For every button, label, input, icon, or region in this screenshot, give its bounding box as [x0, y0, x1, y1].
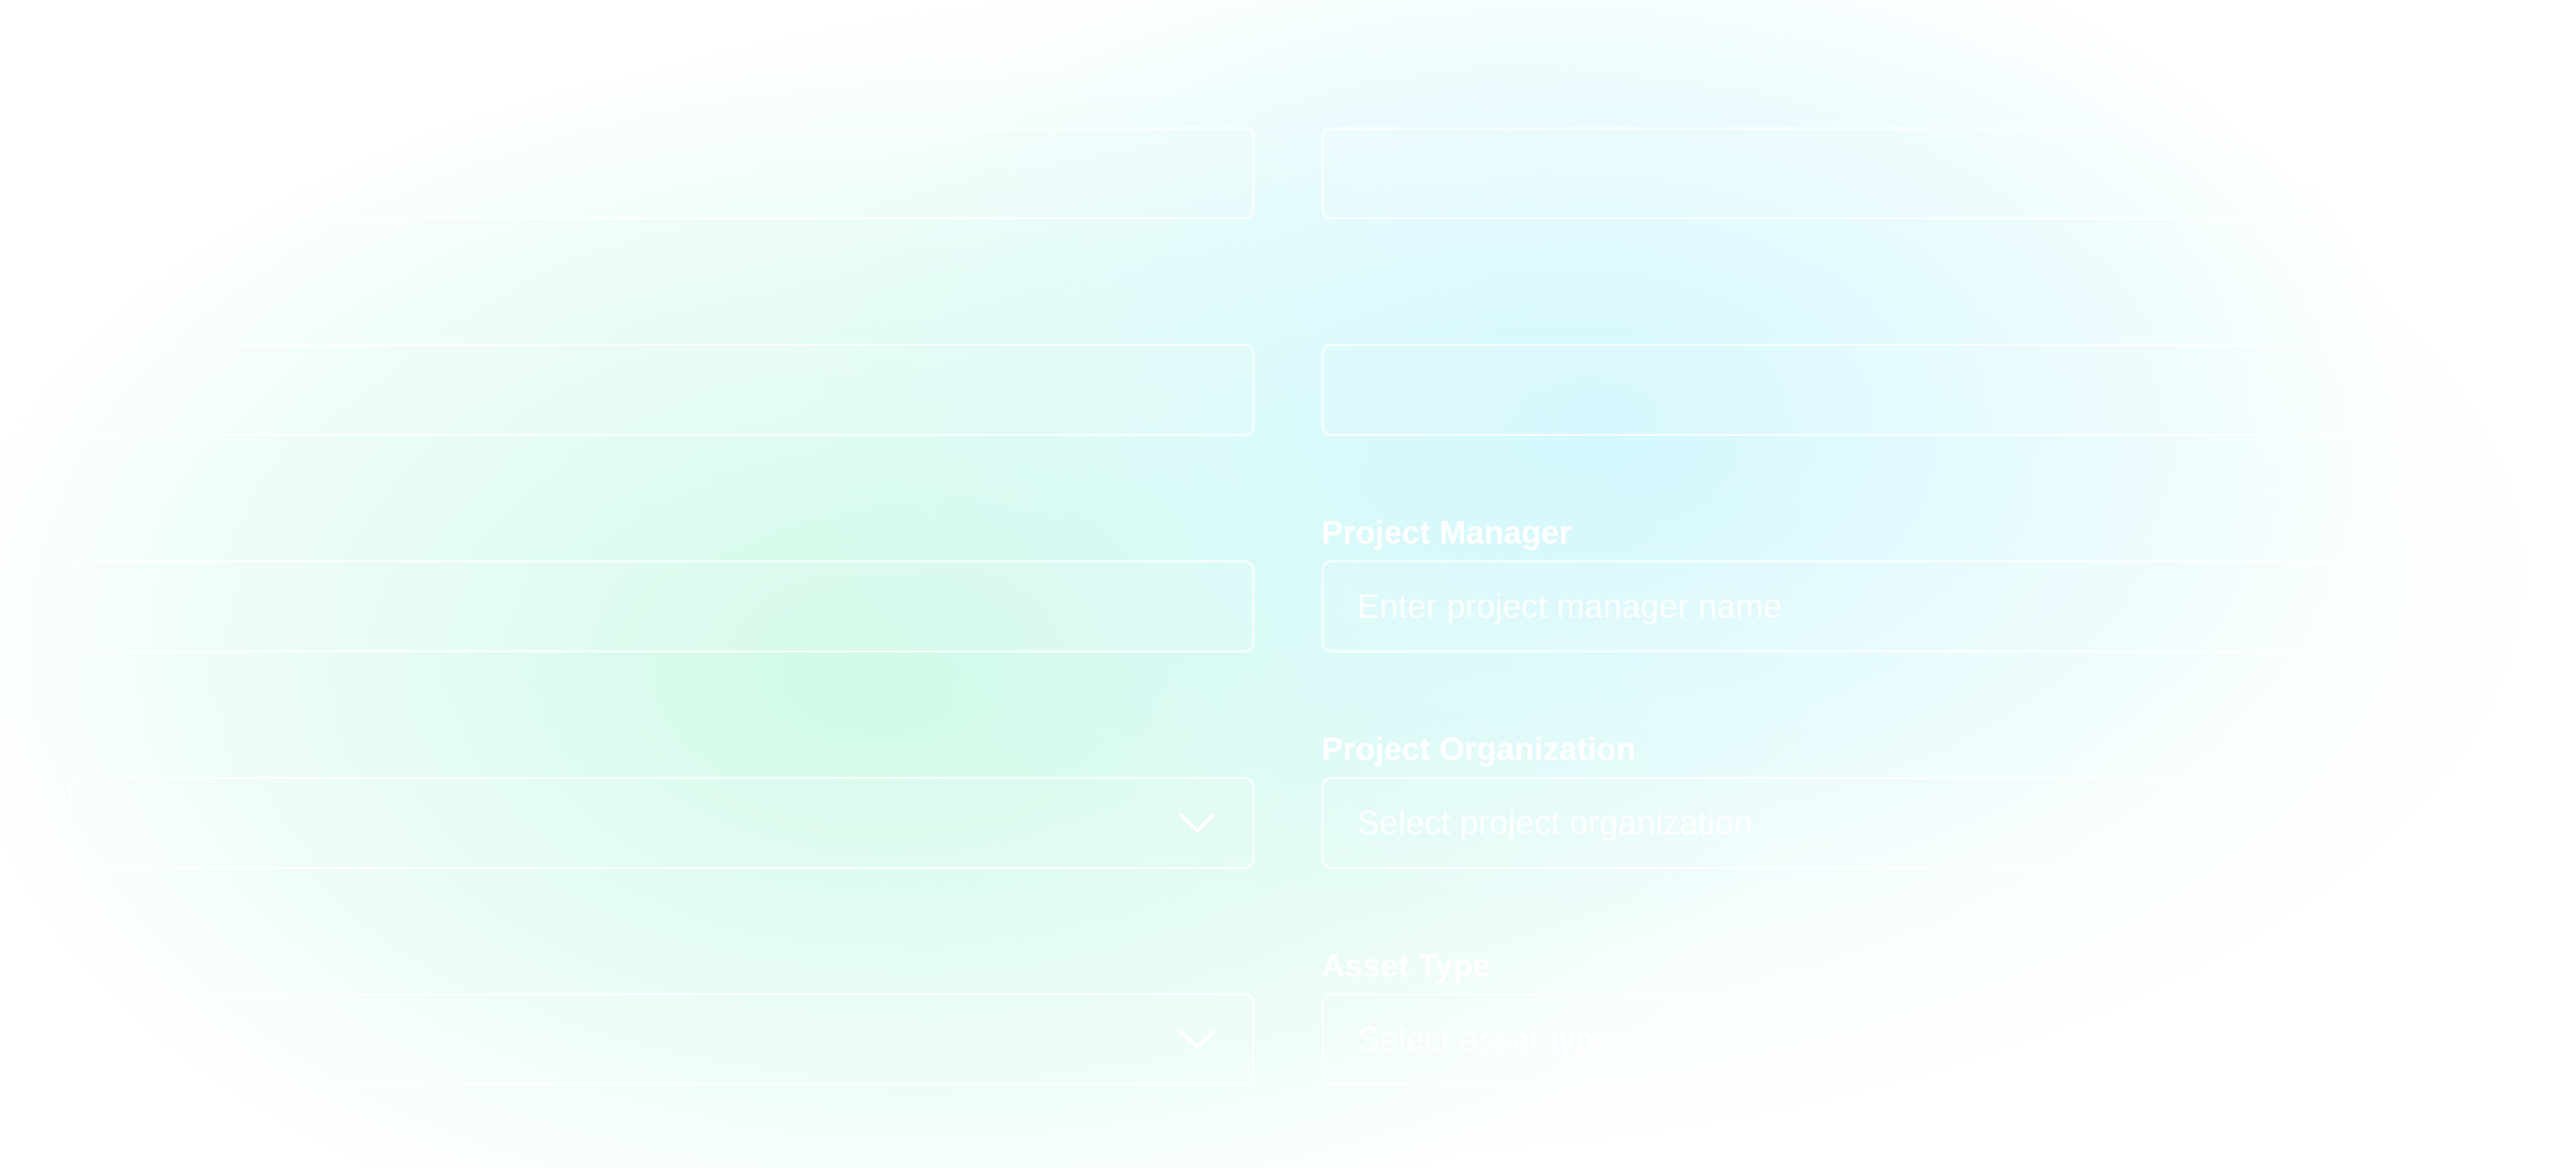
- asset-type-label: Asset Type: [1322, 947, 1491, 984]
- project-form: Project Manager Enter project manager na…: [0, 0, 2576, 1168]
- field-right-1: [1322, 78, 2506, 253]
- select-dropdown[interactable]: [70, 777, 1254, 869]
- text-input[interactable]: [1322, 344, 2506, 436]
- text-input[interactable]: [70, 344, 1254, 436]
- select-placeholder: Select project organization: [1357, 804, 1752, 842]
- project-manager-input[interactable]: Enter project manager name: [1322, 560, 2506, 652]
- project-organization-field: Project Organization Select project orga…: [1322, 728, 2506, 903]
- project-organization-label: Project Organization: [1322, 731, 1636, 767]
- text-input[interactable]: [1322, 127, 2506, 219]
- text-input[interactable]: [70, 560, 1254, 652]
- field-left-1: [70, 78, 1254, 253]
- asset-type-select[interactable]: Select asset type: [1322, 993, 2506, 1086]
- field-right-2: [1322, 295, 2506, 469]
- project-manager-field: Project Manager Enter project manager na…: [1322, 511, 2506, 686]
- chevron-down-icon[interactable]: [1176, 801, 1219, 845]
- asset-type-field: Asset Type Select asset type: [1322, 944, 2506, 1119]
- field-left-5: [70, 944, 1254, 1119]
- project-organization-select[interactable]: Select project organization: [1322, 777, 2506, 869]
- input-placeholder: Enter project manager name: [1357, 587, 1783, 625]
- chevron-down-icon[interactable]: [1176, 1018, 1219, 1061]
- field-left-2: [70, 295, 1254, 469]
- field-left-3: [70, 511, 1254, 686]
- project-manager-label: Project Manager: [1322, 514, 1572, 550]
- text-input[interactable]: [70, 127, 1254, 219]
- select-placeholder: Select asset type: [1357, 1021, 1613, 1058]
- select-dropdown[interactable]: [70, 993, 1254, 1086]
- field-left-4: [70, 728, 1254, 903]
